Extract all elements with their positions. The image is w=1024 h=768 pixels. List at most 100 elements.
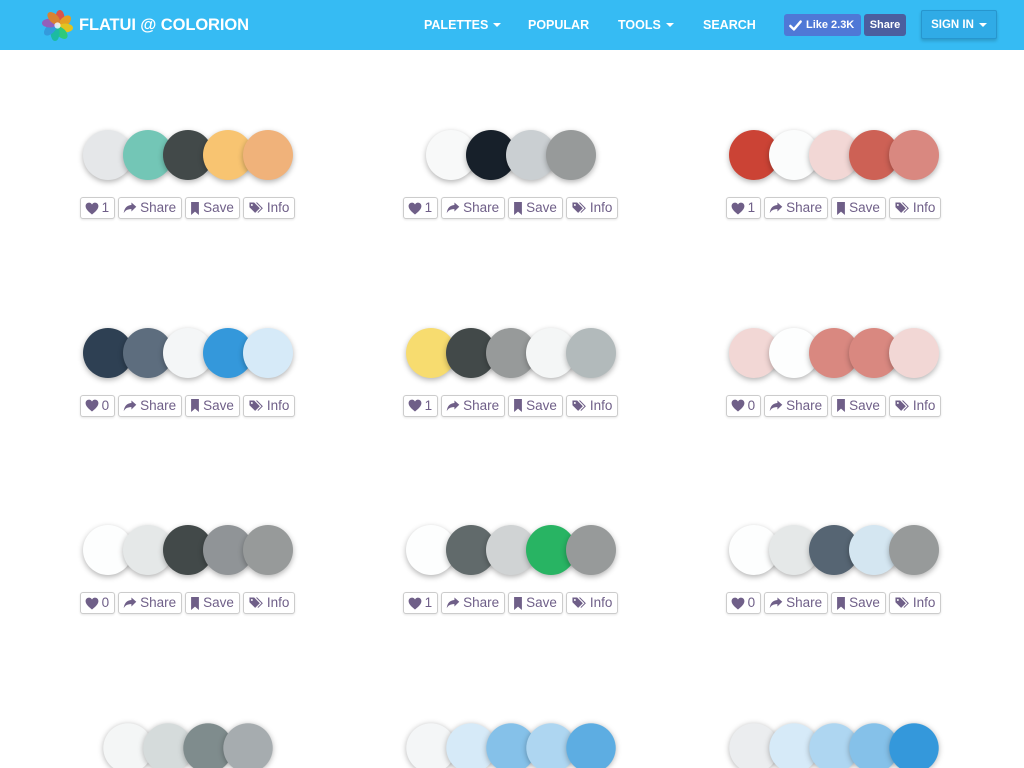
heart-icon xyxy=(408,399,422,412)
share-arrow-icon xyxy=(446,400,460,412)
share-label: Share xyxy=(463,200,500,215)
save-button[interactable]: Save xyxy=(185,394,240,417)
nav-tools[interactable]: TOOLS xyxy=(618,0,674,49)
save-button[interactable]: Save xyxy=(831,592,886,614)
share-button[interactable]: Share xyxy=(764,394,829,417)
share-button[interactable]: Share xyxy=(118,394,183,417)
save-label: Save xyxy=(526,595,557,610)
info-button[interactable]: Info xyxy=(242,592,296,614)
palette-swatches xyxy=(728,722,939,768)
like-count: 1 xyxy=(101,200,110,215)
save-label: Save xyxy=(203,595,234,610)
palette-swatches xyxy=(405,327,616,378)
share-button[interactable]: Share xyxy=(441,592,506,614)
palette-swatches xyxy=(82,525,293,575)
info-button[interactable]: Info xyxy=(565,592,619,614)
like-button[interactable]: 1 xyxy=(402,592,439,614)
like-button[interactable]: 1 xyxy=(725,197,762,219)
palette-swatches xyxy=(728,130,939,180)
check-icon xyxy=(788,18,803,33)
palette-actions: 1 Share Save Info xyxy=(401,394,620,417)
save-button[interactable]: Save xyxy=(508,592,563,614)
color-swatch[interactable] xyxy=(565,327,616,378)
nav-popular[interactable]: POPULAR xyxy=(528,0,589,49)
info-button[interactable]: Info xyxy=(888,592,942,614)
info-button[interactable]: Info xyxy=(888,197,942,219)
save-button[interactable]: Save xyxy=(185,197,240,219)
palette-swatches xyxy=(728,525,939,575)
bookmark-icon xyxy=(836,201,846,215)
share-label: Share xyxy=(786,200,823,215)
like-button[interactable]: 1 xyxy=(402,394,439,417)
tags-icon xyxy=(894,202,910,214)
info-label: Info xyxy=(589,595,613,610)
like-button[interactable]: 0 xyxy=(725,592,762,614)
color-swatch[interactable] xyxy=(888,327,939,378)
info-button[interactable]: Info xyxy=(565,394,619,417)
color-swatch[interactable] xyxy=(242,525,293,575)
sign-in-button[interactable]: SIGN IN xyxy=(921,10,997,39)
info-button[interactable]: Info xyxy=(565,197,619,219)
bookmark-icon xyxy=(513,201,523,215)
share-button[interactable]: Share xyxy=(118,197,183,219)
heart-icon xyxy=(731,597,745,610)
like-count: 0 xyxy=(747,595,756,610)
save-label: Save xyxy=(849,397,880,413)
color-swatch[interactable] xyxy=(565,525,616,575)
save-label: Save xyxy=(526,397,557,413)
palette-card: 0 Share Save Info xyxy=(672,525,995,614)
share-button[interactable]: Share xyxy=(441,197,506,219)
nav-tools-label: TOOLS xyxy=(618,17,661,32)
info-label: Info xyxy=(589,200,613,215)
nav-popular-label: POPULAR xyxy=(528,17,590,32)
info-button[interactable]: Info xyxy=(242,394,296,417)
save-button[interactable]: Save xyxy=(185,592,240,614)
color-swatch[interactable] xyxy=(888,130,939,180)
info-button[interactable]: Info xyxy=(888,394,942,417)
like-count: 0 xyxy=(101,595,110,610)
color-swatch[interactable] xyxy=(888,722,939,768)
heart-icon xyxy=(85,399,99,412)
palette-card: 1 Share Save Info xyxy=(349,327,672,417)
like-button[interactable]: 1 xyxy=(402,197,439,219)
info-button[interactable]: Info xyxy=(242,197,296,219)
tags-icon xyxy=(571,400,587,412)
color-swatch[interactable] xyxy=(242,130,293,180)
share-label: Share xyxy=(463,595,500,610)
like-count: 1 xyxy=(424,595,433,610)
nav-search-label: SEARCH xyxy=(703,17,756,32)
share-label: Share xyxy=(140,397,177,413)
facebook-like-button[interactable]: Like 2.3K xyxy=(784,14,861,36)
like-button[interactable]: 1 xyxy=(79,197,116,219)
share-button[interactable]: Share xyxy=(764,592,829,614)
like-button[interactable]: 0 xyxy=(725,394,762,417)
share-button[interactable]: Share xyxy=(118,592,183,614)
color-swatch[interactable] xyxy=(545,130,596,180)
nav-palettes[interactable]: PALETTES xyxy=(424,0,502,49)
palette-swatches xyxy=(102,722,273,768)
color-swatch[interactable] xyxy=(565,722,616,768)
save-button[interactable]: Save xyxy=(508,197,563,219)
share-label: Share xyxy=(463,397,500,413)
heart-icon xyxy=(731,202,745,215)
save-label: Save xyxy=(203,200,234,215)
like-button[interactable]: 0 xyxy=(79,592,116,614)
share-button[interactable]: Share xyxy=(764,197,829,219)
bookmark-icon xyxy=(836,596,846,610)
like-button[interactable]: 0 xyxy=(79,394,116,417)
color-swatch[interactable] xyxy=(242,327,293,378)
palette-card: 0 Share Save Info xyxy=(26,327,349,417)
like-count: 1 xyxy=(747,200,756,215)
save-button[interactable]: Save xyxy=(831,394,886,417)
nav-search[interactable]: SEARCH xyxy=(703,0,756,49)
color-swatch[interactable] xyxy=(222,722,273,768)
color-swatch[interactable] xyxy=(888,525,939,575)
share-arrow-icon xyxy=(123,202,137,214)
save-button[interactable]: Save xyxy=(508,394,563,417)
save-button[interactable]: Save xyxy=(831,197,886,219)
tags-icon xyxy=(571,597,587,609)
facebook-share-button[interactable]: Share xyxy=(864,14,906,36)
share-button[interactable]: Share xyxy=(441,394,506,417)
brand-link[interactable]: FLATUI @ COLORION xyxy=(42,10,249,41)
palette-actions: 1 Share Save Info xyxy=(724,197,943,219)
